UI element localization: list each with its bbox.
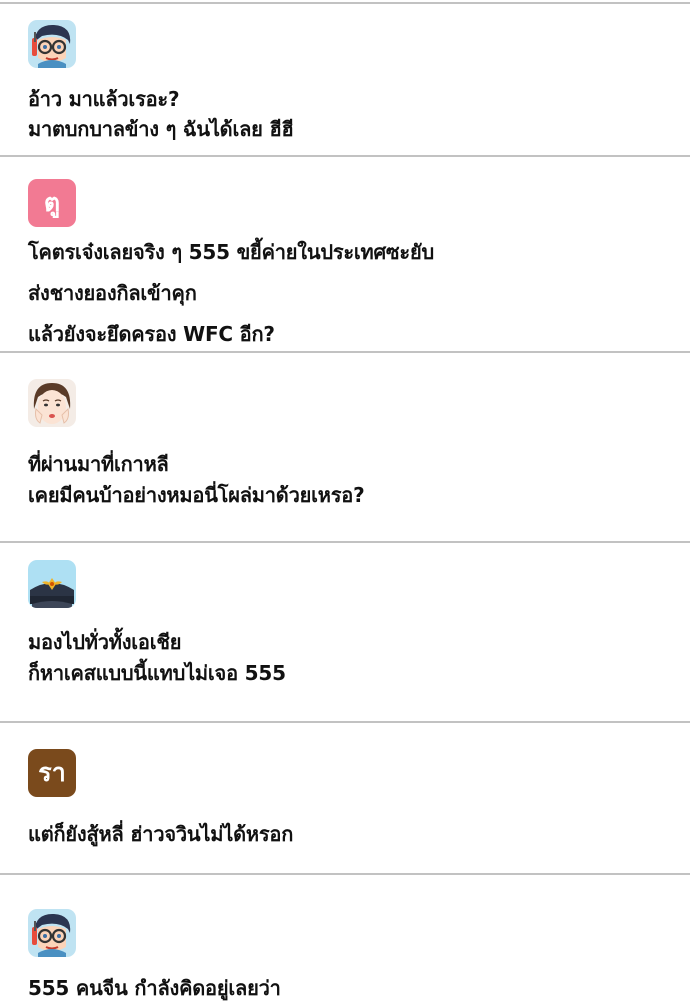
avatar-initials: รา: [38, 758, 66, 787]
comment-line: อ้าว มาแล้วเรอะ?: [28, 87, 180, 111]
police-cap-avatar-icon[interactable]: [28, 560, 76, 608]
comment-line: โคตรเจ๋งเลยจริง ๆ 555 ขยี้ค่ายในประเทศซะ…: [28, 240, 434, 264]
comment-item: ที่ผ่านมาที่เกาหลี เคยมีคนบ้าอย่างหมอนี่…: [0, 351, 690, 542]
comment-item: 555 คนจีน กำลังคิดอยู่เลยว่า: [0, 873, 690, 1000]
comment-item: อ้าว มาแล้วเรอะ? มาตบกบาลข้าง ๆ ฉันได้เล…: [0, 2, 690, 156]
user-initial-avatar[interactable]: ตู: [28, 179, 76, 227]
comment-item: ตู โคตรเจ๋งเลยจริง ๆ 555 ขยี้ค่ายในประเท…: [0, 155, 690, 351]
avatar-initials: ตู: [43, 188, 61, 217]
comment-line: ก็หาเคสแบบนี้แทบไม่เจอ 555: [28, 661, 286, 685]
comment-line: 555 คนจีน กำลังคิดอยู่เลยว่า: [28, 976, 281, 1000]
comment-item: มองไปทั่วทั้งเอเชีย ก็หาเคสแบบนี้แทบไม่เ…: [0, 541, 690, 722]
comment-line: มาตบกบาลข้าง ๆ ฉันได้เลย ฮีฮี: [28, 117, 294, 141]
comment-line: มองไปทั่วทั้งเอเชีย: [28, 630, 182, 654]
glasses-boy-avatar-icon[interactable]: [28, 20, 76, 68]
comment-line: ที่ผ่านมาที่เกาหลี: [28, 452, 169, 476]
girl-face-avatar-icon[interactable]: [28, 379, 76, 427]
comment-line: ส่งชางยองกิลเข้าคุก: [28, 281, 197, 305]
user-initial-avatar[interactable]: รา: [28, 749, 76, 797]
comment-line: แต่ก็ยังสู้หลี่ ฮ่าวจวินไม่ได้หรอก: [28, 822, 294, 846]
comment-line: แล้วยังจะยึดครอง WFC อีก?: [28, 322, 275, 346]
comment-item: รา แต่ก็ยังสู้หลี่ ฮ่าวจวินไม่ได้หรอก: [0, 721, 690, 874]
comment-line: เคยมีคนบ้าอย่างหมอนี่โผล่มาด้วยเหรอ?: [28, 483, 365, 507]
glasses-boy-avatar-icon[interactable]: [28, 909, 76, 957]
